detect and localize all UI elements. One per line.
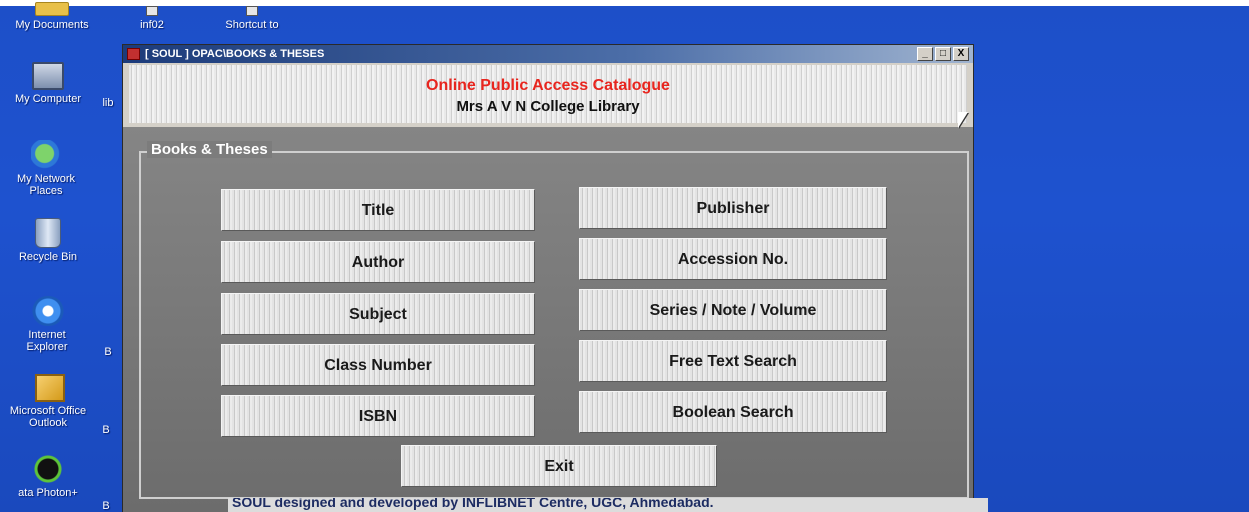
shortcut-icon — [246, 6, 258, 16]
library-name: Mrs A V N College Library — [456, 98, 640, 115]
shortcut-icon — [146, 6, 158, 16]
desktop-icon-inf02[interactable]: inf02 — [132, 6, 172, 31]
class-number-button[interactable]: Class Number — [221, 344, 535, 386]
free-text-search-button-label: Free Text Search — [669, 353, 797, 370]
desktop-icon-my-documents[interactable]: My Documents — [0, 2, 104, 31]
window-controls: _ □ X — [917, 47, 969, 61]
opac-window: [ SOUL ] OPAC\BOOKS & THESES _ □ X Onlin… — [122, 44, 974, 512]
desktop-icon-partial[interactable]: B — [100, 424, 112, 436]
subject-button[interactable]: Subject — [221, 293, 535, 335]
desktop-icon-my-computer[interactable]: My Computer — [0, 62, 96, 105]
author-button[interactable]: Author — [221, 241, 535, 283]
outlook-icon — [35, 374, 65, 402]
window-title: [ SOUL ] OPAC\BOOKS & THESES — [145, 48, 325, 60]
accession-no-button[interactable]: Accession No. — [579, 238, 887, 280]
series-note-volume-button-label: Series / Note / Volume — [649, 302, 817, 319]
series-note-volume-button[interactable]: Series / Note / Volume — [579, 289, 887, 331]
folder-icon — [35, 2, 69, 16]
photon-icon — [32, 454, 64, 484]
isbn-button[interactable]: ISBN — [221, 395, 535, 437]
close-button[interactable]: X — [953, 47, 969, 61]
catalogue-header: Online Public Access Catalogue Mrs A V N… — [129, 65, 967, 123]
boolean-search-button-label: Boolean Search — [672, 404, 794, 421]
title-button[interactable]: Title — [221, 189, 535, 231]
soul-app-icon — [127, 48, 140, 60]
isbn-button-label: ISBN — [358, 408, 398, 425]
search-panel: Books & Theses Title Author Subject Clas… — [123, 127, 973, 512]
desktop-icon-recycle-bin[interactable]: Recycle Bin — [0, 218, 96, 263]
maximize-button[interactable]: □ — [935, 47, 951, 61]
desktop-icon-internet-explorer[interactable]: Internet Explorer — [6, 296, 90, 353]
exit-button[interactable]: Exit — [401, 445, 717, 487]
free-text-search-button[interactable]: Free Text Search — [579, 340, 887, 382]
minimize-button[interactable]: _ — [917, 47, 933, 61]
screen-top-edge — [0, 0, 1249, 6]
catalogue-title: Online Public Access Catalogue — [426, 77, 670, 94]
desktop-icon-lib[interactable]: lib — [98, 97, 118, 109]
desktop-icon-photon[interactable]: ata Photon+ — [0, 454, 96, 499]
internet-explorer-icon — [31, 296, 65, 326]
exit-button-label: Exit — [544, 458, 574, 475]
network-icon — [31, 140, 65, 170]
footer-credit: SOUL designed and developed by INFLIBNET… — [232, 498, 714, 510]
desktop-icon-partial[interactable]: B — [102, 346, 114, 358]
boolean-search-button[interactable]: Boolean Search — [579, 391, 887, 433]
subject-button-label: Subject — [349, 306, 407, 323]
desktop-icon-shortcut[interactable]: Shortcut to — [212, 6, 292, 31]
desktop-icon-network-places[interactable]: My Network Places — [0, 140, 96, 197]
mouse-pointer-icon — [958, 112, 968, 128]
footer-strip: SOUL designed and developed by INFLIBNET… — [0, 498, 1249, 512]
group-label: Books & Theses — [147, 141, 272, 158]
accession-no-button-label: Accession No. — [677, 251, 789, 268]
author-button-label: Author — [351, 254, 405, 271]
window-titlebar[interactable]: [ SOUL ] OPAC\BOOKS & THESES _ □ X — [123, 45, 973, 63]
class-number-button-label: Class Number — [324, 357, 432, 374]
recycle-bin-icon — [35, 218, 61, 248]
desktop-icon-outlook[interactable]: Microsoft Office Outlook — [0, 374, 100, 429]
computer-icon — [32, 62, 64, 90]
publisher-button-label: Publisher — [696, 200, 770, 217]
publisher-button[interactable]: Publisher — [579, 187, 887, 229]
title-button-label: Title — [361, 202, 395, 219]
